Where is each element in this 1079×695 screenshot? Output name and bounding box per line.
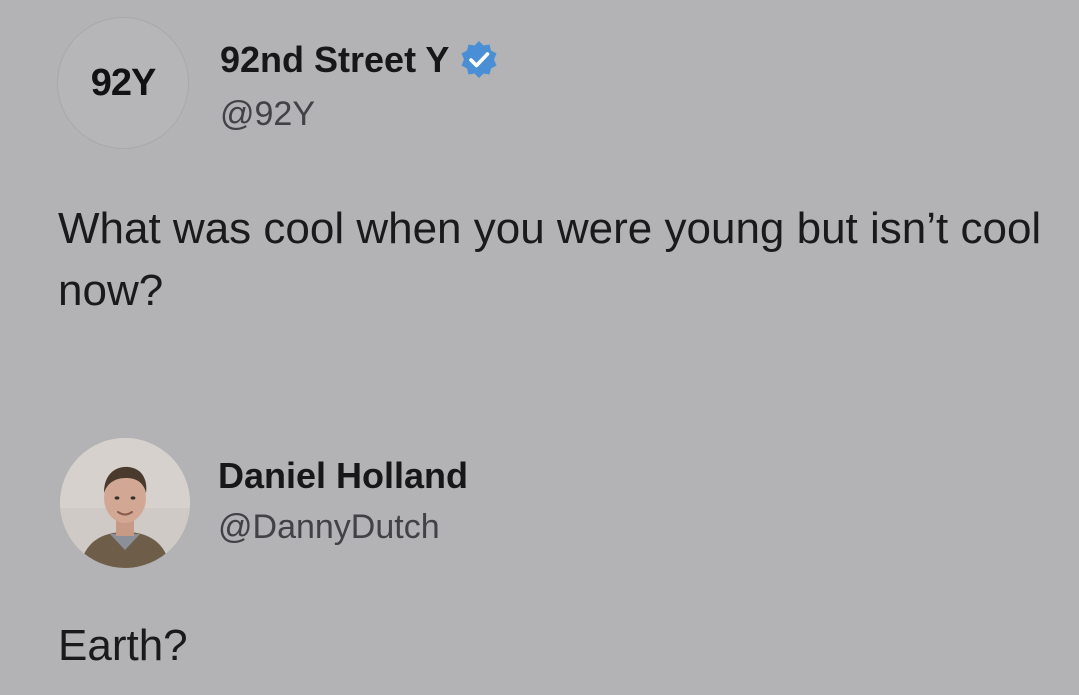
person-photo-icon [60,438,190,568]
original-author-name-row[interactable]: 92nd Street Y [220,38,501,82]
profile-avatar-92y[interactable]: 92Y [58,18,188,148]
original-author-name[interactable]: 92nd Street Y [220,39,449,81]
reply-text: Earth? [58,621,188,670]
avatar-logo-text: 92Y [90,61,157,104]
verified-badge-icon [457,38,501,82]
reply-author-handle[interactable]: @DannyDutch [218,508,440,547]
tweet-text: What was cool when you were young but is… [58,204,1042,315]
profile-avatar-daniel[interactable] [60,438,190,568]
reply-author-name[interactable]: Daniel Holland [218,455,468,497]
original-author-handle[interactable]: @92Y [220,95,315,134]
